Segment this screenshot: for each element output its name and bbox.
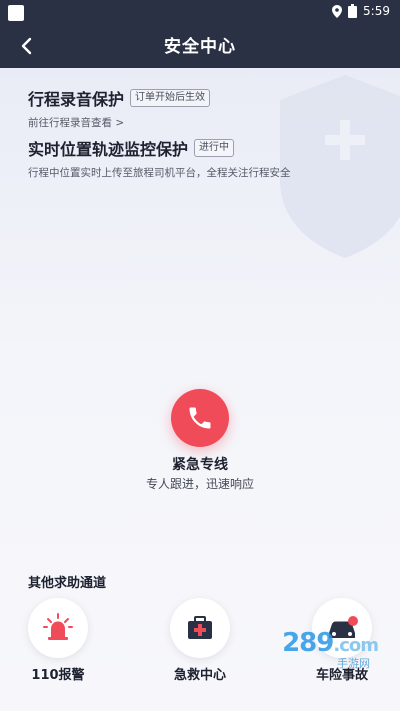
location-icon — [332, 4, 343, 18]
emergency-subtitle: 专人跟进，迅速响应 — [145, 477, 254, 491]
other-channels-title: 其他求助通道 — [28, 576, 107, 591]
feature-location-monitoring: 实时位置轨迹监控保护 进行中 行程中位置实时上传至旅程司机平台，全程关注行程安全 — [28, 136, 291, 180]
channel-icon-circle — [170, 598, 230, 658]
feature-description: 行程中位置实时上传至旅程司机平台，全程关注行程安全 — [28, 167, 291, 179]
police-siren-icon — [43, 613, 73, 640]
channel-first-aid[interactable]: 急救中心 — [160, 598, 240, 683]
emergency-call-button[interactable] — [171, 389, 229, 447]
channel-police[interactable]: 110报警 — [18, 598, 98, 683]
channel-label: 急救中心 — [173, 668, 226, 683]
app-indicator-icon — [8, 5, 24, 21]
feature-link-text[interactable]: 前往行程录音查看 > — [28, 115, 210, 130]
feature-name: 实时位置轨迹监控保护 — [28, 140, 189, 159]
first-aid-kit-icon — [188, 616, 212, 639]
site-watermark: 289.com — [282, 628, 379, 658]
watermark-subtitle: 手游网 — [337, 657, 370, 670]
watermark-brand: 289 — [282, 628, 334, 658]
watermark-suffix: .com — [333, 635, 379, 656]
status-time: 5:59 — [363, 4, 390, 18]
battery-icon — [348, 4, 358, 18]
feature-tag: 订单开始后生效 — [130, 89, 211, 107]
phone-icon — [189, 407, 211, 429]
channel-icon-circle — [28, 598, 88, 658]
page-title: 安全中心 — [164, 37, 236, 57]
channel-label: 110报警 — [31, 668, 85, 683]
feature-status-tag: 进行中 — [194, 139, 235, 157]
feature-name: 行程录音保护 — [28, 90, 125, 109]
nav-bar: 安全中心 — [0, 26, 400, 68]
feature-trip-recording[interactable]: 行程录音保护 订单开始后生效 前往行程录音查看 > — [28, 86, 211, 130]
status-bar: 5:59 — [0, 0, 400, 26]
emergency-title: 紧急专线 — [172, 457, 228, 473]
